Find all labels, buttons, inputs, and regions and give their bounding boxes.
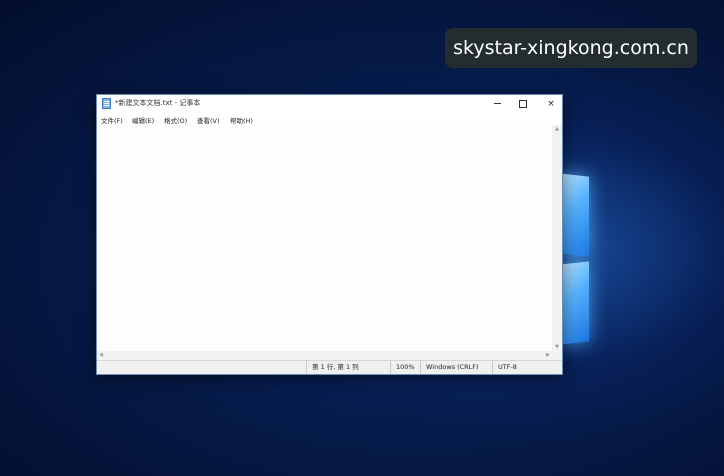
text-editor[interactable] <box>97 125 552 351</box>
windows-logo-pane <box>559 261 589 345</box>
scroll-left-icon[interactable]: ◀ <box>97 351 105 360</box>
minimize-icon <box>493 103 501 104</box>
vertical-scrollbar[interactable]: ▲ ▼ <box>552 125 562 351</box>
close-button[interactable]: × <box>537 95 565 113</box>
status-line-ending: Windows (CRLF) <box>420 361 492 374</box>
scrollbar-corner <box>552 351 562 360</box>
title-bar[interactable]: *新建文本文档.txt - 记事本 × <box>97 95 562 113</box>
status-zoom: 100% <box>390 361 420 374</box>
scroll-up-icon[interactable]: ▲ <box>553 125 561 133</box>
status-bar: 第 1 行, 第 1 列 100% Windows (CRLF) UTF-8 <box>97 360 562 374</box>
notepad-icon <box>102 98 111 109</box>
scroll-right-icon[interactable]: ▶ <box>544 351 552 360</box>
minimize-button[interactable] <box>483 95 511 113</box>
maximize-icon <box>519 99 527 108</box>
scroll-down-icon[interactable]: ▼ <box>553 343 561 351</box>
notepad-window[interactable]: *新建文本文档.txt - 记事本 × 文件(F) 编辑(E) 格式(O) 查看… <box>96 94 563 375</box>
menu-format[interactable]: 格式(O) <box>164 115 187 125</box>
watermark-label: skystar-xingkong.com.cn <box>445 28 697 68</box>
menu-view[interactable]: 查看(V) <box>197 115 220 125</box>
menu-file[interactable]: 文件(F) <box>101 115 123 125</box>
menu-help[interactable]: 帮助(H) <box>230 115 253 125</box>
maximize-button[interactable] <box>509 95 537 113</box>
window-title: *新建文本文档.txt - 记事本 <box>115 99 201 107</box>
horizontal-scrollbar[interactable]: ◀ ▶ <box>97 351 552 360</box>
status-encoding: UTF-8 <box>492 361 562 374</box>
close-icon: × <box>547 99 555 109</box>
menu-edit[interactable]: 编辑(E) <box>132 115 154 125</box>
menu-bar: 文件(F) 编辑(E) 格式(O) 查看(V) 帮助(H) <box>97 113 562 125</box>
status-cursor-position: 第 1 行, 第 1 列 <box>306 361 390 374</box>
windows-logo-pane <box>559 173 589 257</box>
